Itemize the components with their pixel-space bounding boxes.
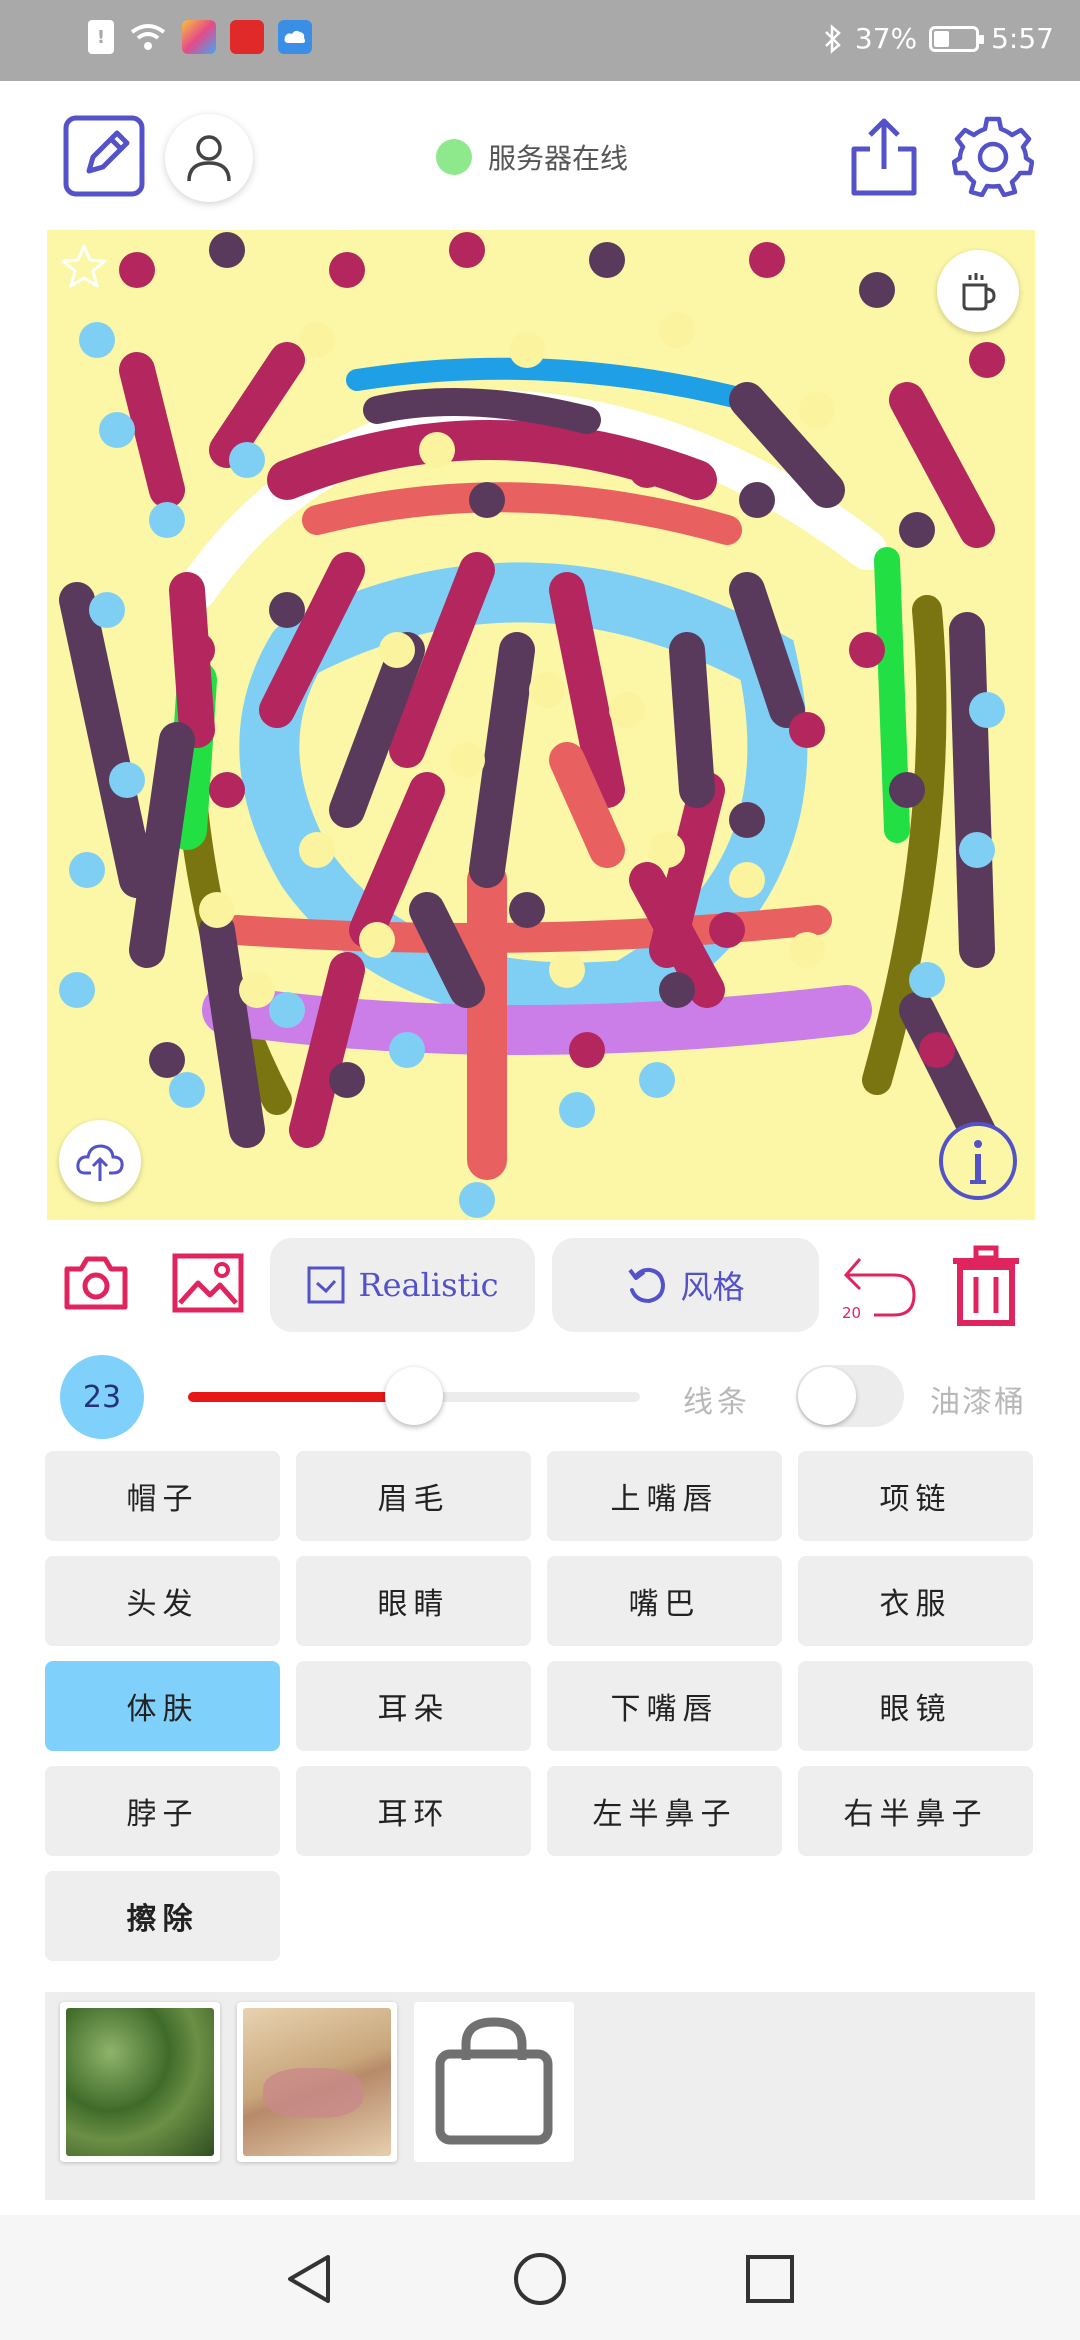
settings-button[interactable] <box>952 115 1034 197</box>
image-icon <box>172 1253 244 1313</box>
server-status-dot <box>436 139 472 175</box>
part-button-skin[interactable]: 体肤 <box>45 1661 280 1751</box>
nav-home-button[interactable] <box>512 2251 568 2307</box>
battery-fill <box>934 30 949 47</box>
status-right: 37% 5:57 <box>823 22 1054 55</box>
beige-pink-photo <box>243 2008 391 2156</box>
style-button[interactable]: 风格 <box>552 1238 819 1332</box>
part-button-erase[interactable]: 擦除 <box>45 1871 280 1961</box>
drawing-strokes <box>59 232 1005 1218</box>
server-status: 服务器在线 <box>436 137 628 177</box>
back-icon <box>288 2255 330 2303</box>
part-button-necklace[interactable]: 项链 <box>798 1451 1033 1541</box>
wifi-icon <box>130 24 166 50</box>
part-button-hat[interactable]: 帽子 <box>45 1451 280 1541</box>
mode-line-label: 线条 <box>683 1385 751 1420</box>
info-icon <box>939 1122 1017 1200</box>
recents-icon <box>746 2255 794 2303</box>
checkbox-icon <box>307 1266 345 1304</box>
camera-icon <box>64 1256 128 1310</box>
gear-icon <box>952 116 1034 197</box>
upload-cloud-icon <box>76 1144 124 1181</box>
part-button-right-nose[interactable]: 右半鼻子 <box>798 1766 1033 1856</box>
app-icon <box>182 20 216 54</box>
part-button-earrings[interactable]: 耳环 <box>296 1766 531 1856</box>
camera-button[interactable] <box>63 1253 129 1313</box>
status-bar: ! 37% 5:57 <box>0 0 1080 81</box>
user-button[interactable] <box>165 114 253 202</box>
fill-mode-toggle[interactable] <box>796 1365 904 1427</box>
clock: 5:57 <box>991 22 1054 55</box>
gallery-button[interactable] <box>172 1253 244 1313</box>
part-button-eyebrows[interactable]: 眉毛 <box>296 1451 531 1541</box>
shop-button[interactable] <box>414 2002 574 2162</box>
delete-button[interactable] <box>950 1245 1022 1327</box>
status-notification-icons: ! <box>88 20 312 54</box>
style-button-label: 风格 <box>680 1268 745 1306</box>
share-button[interactable] <box>848 115 920 197</box>
green-foliage-photo <box>66 2008 214 2156</box>
huawei-icon <box>230 20 264 54</box>
alert-icon: ! <box>88 20 114 54</box>
part-button-ears[interactable]: 耳朵 <box>296 1661 531 1751</box>
part-button-left-nose[interactable]: 左半鼻子 <box>547 1766 782 1856</box>
brush-size-badge: 23 <box>60 1355 144 1439</box>
part-button-glasses[interactable]: 眼镜 <box>798 1661 1033 1751</box>
coffee-icon <box>962 273 996 311</box>
top-bar: 服务器在线 <box>0 81 1080 231</box>
part-button-upper-lip[interactable]: 上嘴唇 <box>547 1451 782 1541</box>
undo-button[interactable]: 20 <box>838 1249 918 1322</box>
home-icon <box>514 2253 566 2305</box>
slider-thumb[interactable] <box>385 1367 443 1425</box>
coffee-button[interactable] <box>937 250 1019 332</box>
part-button-eyes[interactable]: 眼睛 <box>296 1556 531 1646</box>
part-button-clothes[interactable]: 衣服 <box>798 1556 1033 1646</box>
gallery-item-foliage[interactable] <box>60 2002 220 2162</box>
system-nav-bar <box>0 2215 1080 2340</box>
battery-icon <box>929 25 985 52</box>
part-button-hair[interactable]: 头发 <box>45 1556 280 1646</box>
drawing-canvas[interactable] <box>47 230 1035 1220</box>
style-mode-button[interactable]: Realistic <box>270 1238 535 1332</box>
upload-button[interactable] <box>59 1120 141 1202</box>
star-icon <box>61 244 107 288</box>
info-button[interactable] <box>937 1120 1019 1202</box>
part-button-lower-lip[interactable]: 下嘴唇 <box>547 1661 782 1751</box>
part-button-neck[interactable]: 脖子 <box>45 1766 280 1856</box>
trash-icon <box>953 1245 1019 1326</box>
style-mode-label: Realistic <box>358 1266 499 1304</box>
server-status-text: 服务器在线 <box>488 142 629 175</box>
tool-bar: Realistic 风格 20 <box>0 1235 1080 1335</box>
shopping-bag-icon <box>435 2017 553 2145</box>
edit-icon <box>63 115 145 197</box>
part-button-mouth[interactable]: 嘴巴 <box>547 1556 782 1646</box>
toggle-knob <box>798 1367 856 1425</box>
slider-fill <box>188 1392 414 1402</box>
share-icon <box>851 118 917 196</box>
brush-size-slider[interactable] <box>188 1367 640 1425</box>
nav-recents-button[interactable] <box>742 2251 798 2307</box>
bluetooth-icon <box>824 23 841 54</box>
nav-back-button[interactable] <box>282 2251 338 2307</box>
cloud-icon <box>278 20 312 54</box>
mode-fill-label: 油漆桶 <box>930 1385 1026 1420</box>
style-gallery <box>45 1992 1035 2200</box>
edit-button[interactable] <box>63 115 145 197</box>
undo-count: 20 <box>842 1304 862 1322</box>
user-icon <box>187 135 231 182</box>
battery-percent: 37% <box>854 22 918 55</box>
favorite-button[interactable] <box>59 242 109 292</box>
gallery-item-texture[interactable] <box>237 2002 397 2162</box>
refresh-icon <box>628 1267 666 1304</box>
brush-settings: 23 线条 油漆桶 <box>0 1355 1080 1439</box>
